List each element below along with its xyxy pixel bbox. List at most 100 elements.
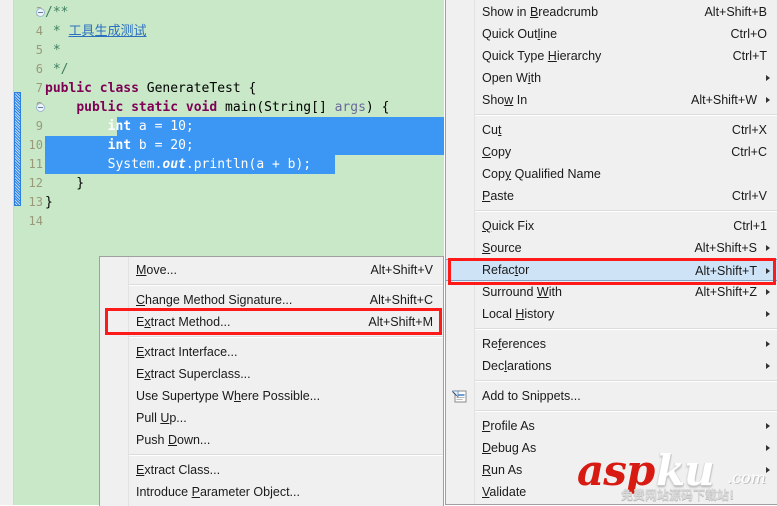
menu-item-label: Debug As bbox=[482, 441, 537, 455]
menu-item-local-history[interactable]: Local History bbox=[446, 303, 777, 325]
menu-separator bbox=[475, 114, 777, 116]
menu-item-paste[interactable]: Paste Ctrl+V bbox=[446, 185, 777, 207]
refactor-submenu-items[interactable]: Move... Alt+Shift+V Change Method Signatur… bbox=[100, 257, 443, 503]
line-number: 6 bbox=[35, 62, 43, 76]
menu-item-introduce-parameter-object[interactable]: Introduce Parameter Object... bbox=[100, 481, 443, 503]
menu-item-show-in[interactable]: Show In Alt+Shift+W bbox=[446, 89, 777, 111]
code-token: /** bbox=[45, 5, 69, 20]
menu-separator bbox=[129, 336, 443, 338]
menu-item-label: Validate bbox=[482, 485, 527, 499]
code-token: b = 20; bbox=[131, 138, 194, 153]
menu-item-move[interactable]: Move... Alt+Shift+V bbox=[100, 259, 443, 281]
menu-item-accelerator: Ctrl+O bbox=[730, 27, 767, 41]
context-menu-items[interactable]: Show in Breadcrumb Alt+Shift+B Quick Outli… bbox=[446, 0, 777, 503]
menu-item-label: Quick Outline bbox=[482, 27, 558, 41]
chevron-right-icon bbox=[766, 97, 770, 103]
menu-item-accelerator: Ctrl+1 bbox=[733, 219, 767, 233]
menu-item-accelerator: Alt+Shift+V bbox=[370, 263, 433, 277]
chevron-right-icon bbox=[766, 245, 770, 251]
menu-item-copy-qualified-name[interactable]: Copy Qualified Name bbox=[446, 163, 777, 185]
fold-toggle-icon[interactable] bbox=[36, 8, 45, 17]
chevron-right-icon bbox=[766, 363, 770, 369]
menu-item-label: Open With bbox=[482, 71, 542, 85]
refactor-submenu[interactable]: Move... Alt+Shift+V Change Method Signatur… bbox=[99, 256, 444, 506]
annotation-box-extract-method bbox=[105, 308, 442, 335]
code-token: */ bbox=[45, 62, 69, 77]
menu-item-show-in-breadcrumb[interactable]: Show in Breadcrumb Alt+Shift+B bbox=[446, 1, 777, 23]
menu-item-references[interactable]: References bbox=[446, 333, 777, 355]
code-token: out bbox=[162, 157, 186, 172]
menu-item-label: Push Down... bbox=[136, 433, 211, 447]
menu-item-extract-superclass[interactable]: Extract Superclass... bbox=[100, 363, 443, 385]
code-token: GenerateTest { bbox=[146, 81, 257, 96]
menu-item-declarations[interactable]: Declarations bbox=[446, 355, 777, 377]
code-token: * bbox=[45, 43, 61, 58]
menu-item-label: Extract Class... bbox=[136, 463, 221, 477]
code-line: */ bbox=[45, 60, 69, 79]
menu-item-run-as[interactable]: Run As bbox=[446, 459, 777, 481]
code-token: ) { bbox=[365, 100, 390, 115]
code-token: public class bbox=[45, 81, 147, 96]
menu-item-cut[interactable]: Cut Ctrl+X bbox=[446, 119, 777, 141]
chevron-right-icon bbox=[766, 311, 770, 317]
menu-item-label: Source bbox=[482, 241, 522, 255]
menu-item-push-down[interactable]: Push Down... bbox=[100, 429, 443, 451]
line-number: 14 bbox=[28, 214, 43, 228]
menu-item-accelerator: Alt+Shift+S bbox=[694, 241, 757, 255]
code-token: System. bbox=[45, 157, 163, 172]
menu-item-label: Local History bbox=[482, 307, 555, 321]
menu-item-use-supertype-where-possible[interactable]: Use Supertype Where Possible... bbox=[100, 385, 443, 407]
menu-item-quick-outline[interactable]: Quick Outline Ctrl+O bbox=[446, 23, 777, 45]
menu-item-open-with[interactable]: Open With bbox=[446, 67, 777, 89]
menu-item-copy[interactable]: Copy Ctrl+C bbox=[446, 141, 777, 163]
annotation-ruler[interactable] bbox=[0, 0, 14, 505]
menu-item-label: Introduce Parameter Object... bbox=[136, 485, 300, 499]
line-number-gutter[interactable]: 34567891011121314 bbox=[22, 0, 45, 505]
menu-item-label: Cut bbox=[482, 123, 502, 137]
menu-item-quick-fix[interactable]: Quick Fix Ctrl+1 bbox=[446, 215, 777, 237]
menu-item-debug-as[interactable]: Debug As bbox=[446, 437, 777, 459]
chevron-right-icon bbox=[766, 75, 770, 81]
code-token: main(String[] bbox=[225, 100, 335, 115]
menu-item-accelerator: Ctrl+T bbox=[732, 49, 767, 63]
menu-item-label: Run As bbox=[482, 463, 523, 477]
code-line: public static void main(String[] args) { bbox=[45, 98, 389, 117]
line-number: 13 bbox=[28, 195, 43, 209]
code-token: * bbox=[45, 24, 69, 39]
editor-context-menu[interactable]: Show in Breadcrumb Alt+Shift+B Quick Outli… bbox=[445, 0, 777, 505]
code-token: 工具生成测试 bbox=[68, 24, 147, 39]
chevron-right-icon bbox=[766, 467, 770, 473]
menu-item-validate[interactable]: Validate bbox=[446, 481, 777, 503]
menu-item-source[interactable]: Source Alt+Shift+S bbox=[446, 237, 777, 259]
code-token: } bbox=[45, 176, 85, 191]
line-number: 10 bbox=[28, 138, 43, 152]
menu-item-label: Declarations bbox=[482, 359, 552, 373]
code-line: int b = 20; bbox=[45, 136, 194, 155]
menu-item-quick-type-hierarchy[interactable]: Quick Type Hierarchy Ctrl+T bbox=[446, 45, 777, 67]
annotation-box-refactor bbox=[448, 258, 776, 285]
code-token: public static void bbox=[76, 100, 226, 115]
line-number: 5 bbox=[35, 43, 43, 57]
change-indicator-bar bbox=[14, 92, 21, 206]
menu-item-accelerator: Alt+Shift+W bbox=[691, 93, 757, 107]
line-number: 9 bbox=[35, 119, 43, 133]
menu-item-profile-as[interactable]: Profile As bbox=[446, 415, 777, 437]
menu-item-label: Extract Interface... bbox=[136, 345, 238, 359]
menu-item-pull-up[interactable]: Pull Up... bbox=[100, 407, 443, 429]
menu-item-extract-interface[interactable]: Extract Interface... bbox=[100, 341, 443, 363]
menu-separator bbox=[129, 454, 443, 456]
menu-item-label: Copy bbox=[482, 145, 512, 159]
code-line: * 工具生成测试 bbox=[45, 22, 147, 41]
code-line: System.out.println(a + b); bbox=[45, 155, 312, 174]
menu-item-label: Move... bbox=[136, 263, 177, 277]
chevron-right-icon bbox=[766, 341, 770, 347]
menu-item-label: Use Supertype Where Possible... bbox=[136, 389, 321, 403]
code-line: /** bbox=[45, 3, 68, 22]
code-line: public class GenerateTest { bbox=[45, 79, 256, 98]
fold-toggle-icon[interactable] bbox=[36, 103, 45, 112]
menu-item-extract-class[interactable]: Extract Class... bbox=[100, 459, 443, 481]
code-token: } bbox=[45, 195, 53, 210]
chevron-right-icon bbox=[766, 423, 770, 429]
menu-item-add-to-snippets[interactable]: Add to Snippets... bbox=[446, 385, 777, 407]
